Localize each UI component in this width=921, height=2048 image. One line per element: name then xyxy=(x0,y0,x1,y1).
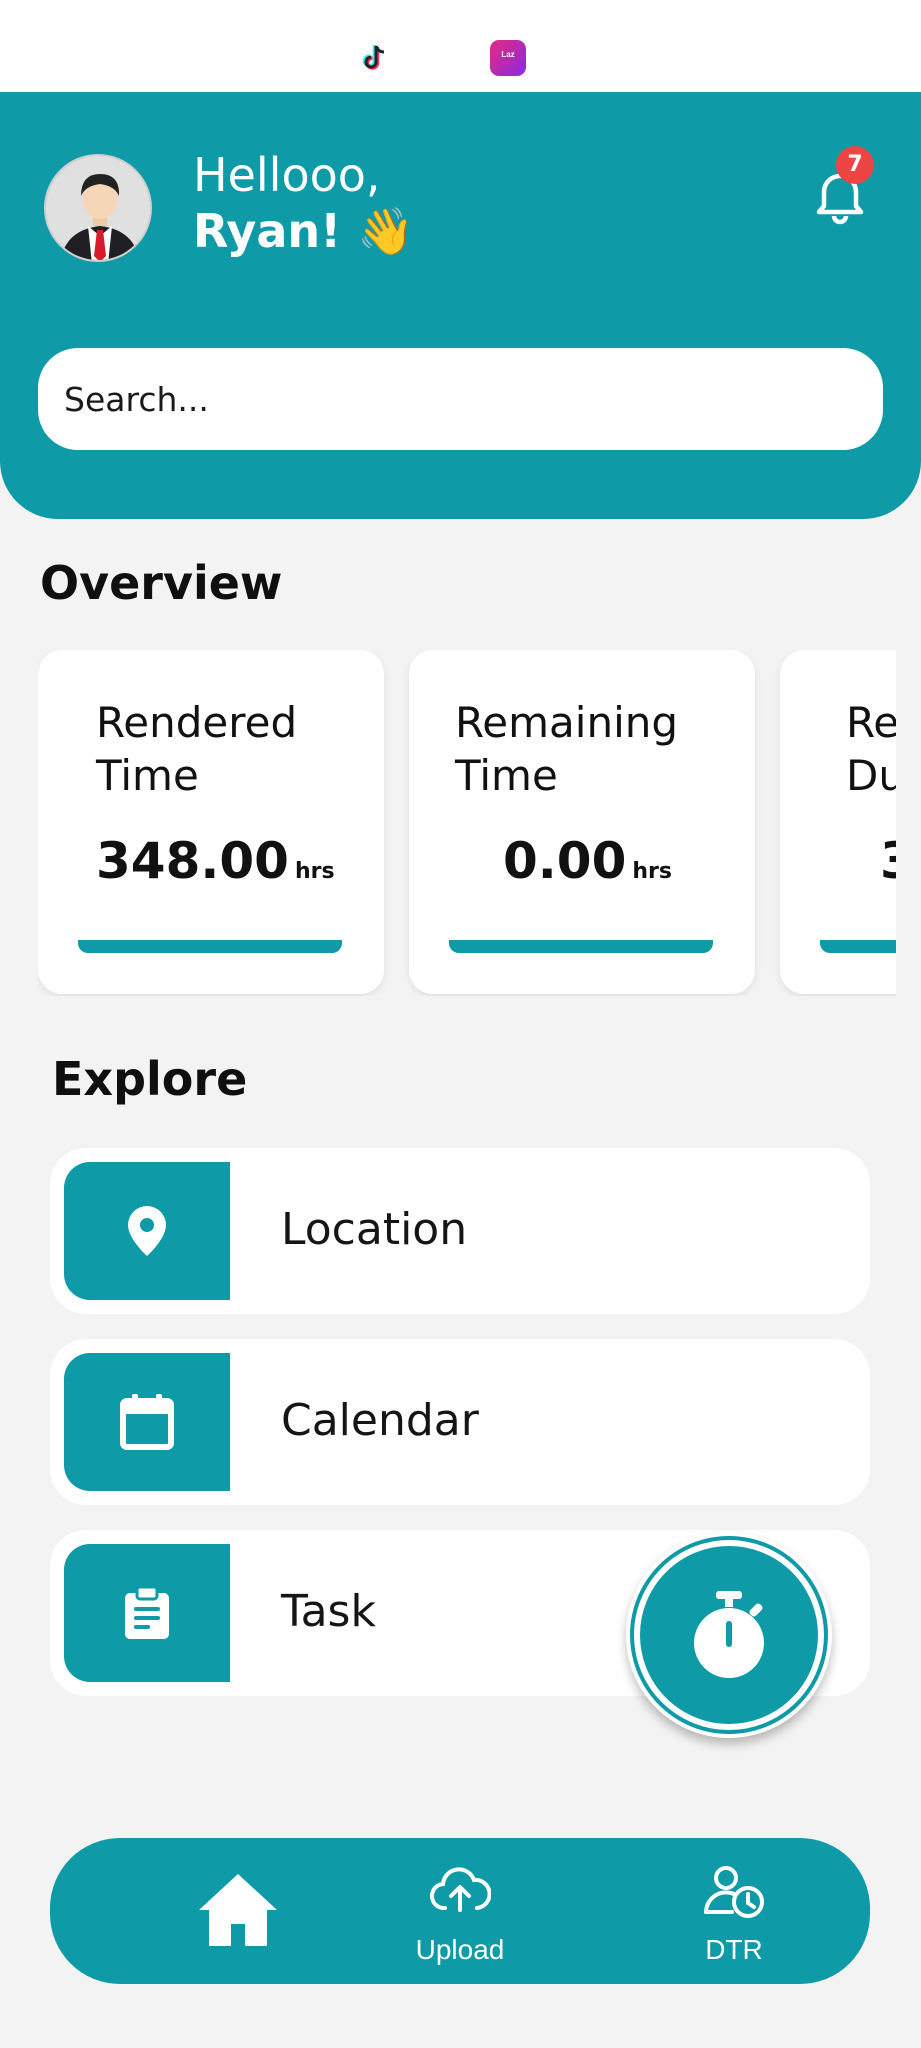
calendar-icon-box xyxy=(64,1353,230,1491)
greeting-text: Hellooo, xyxy=(193,148,381,202)
explore-calendar[interactable]: Calendar xyxy=(50,1339,870,1505)
card-value: 0.00 hrs xyxy=(503,832,672,890)
card-number: 3 xyxy=(880,832,896,890)
cloud-upload-icon xyxy=(430,1867,491,1912)
explore-label: Task xyxy=(281,1586,376,1637)
rendered-time-card[interactable]: Rendered Time 348.00 hrs xyxy=(38,650,384,994)
nav-dtr[interactable]: DTR xyxy=(634,1838,834,1984)
location-pin-icon xyxy=(128,1206,166,1256)
card-value: 348.00 hrs xyxy=(96,832,335,890)
card-number: 0.00 xyxy=(503,832,627,890)
card-label: Re Du xyxy=(846,698,896,800)
search-input[interactable] xyxy=(38,348,883,450)
nav-home[interactable] xyxy=(138,1838,338,1984)
user-name: Ryan! 👋 xyxy=(193,204,415,258)
nav-label: Upload xyxy=(415,1934,505,1965)
lazada-icon: Laz xyxy=(490,40,526,76)
timer-fab-inner xyxy=(634,1540,824,1730)
explore-label: Location xyxy=(281,1204,468,1255)
card-value: 3 xyxy=(880,832,896,890)
card-accent-bar xyxy=(78,940,342,953)
timer-fab-button[interactable] xyxy=(626,1532,832,1738)
status-bar: Laz xyxy=(0,0,921,92)
header: Hellooo, Ryan! 👋 7 xyxy=(0,92,921,519)
card-accent-bar xyxy=(820,940,896,953)
explore-location[interactable]: Location xyxy=(50,1148,870,1314)
calendar-icon xyxy=(120,1394,174,1450)
explore-label: Calendar xyxy=(281,1395,479,1446)
remaining-time-card[interactable]: Remaining Time 0.00 hrs xyxy=(409,650,755,994)
lazada-text: Laz xyxy=(501,50,515,59)
third-overview-card[interactable]: Re Du 3 xyxy=(780,650,896,994)
bottom-nav: Upload DTR xyxy=(50,1838,870,1984)
notification-badge: 7 xyxy=(836,146,874,184)
overview-title: Overview xyxy=(40,556,283,610)
card-label: Remaining Time xyxy=(455,698,679,800)
card-unit: hrs xyxy=(632,859,672,884)
explore-title: Explore xyxy=(52,1052,248,1106)
card-label: Rendered Time xyxy=(96,698,298,800)
stopwatch-icon xyxy=(694,1591,764,1678)
nav-label: DTR xyxy=(705,1934,763,1965)
card-accent-bar xyxy=(449,940,713,953)
tiktok-icon xyxy=(356,40,392,76)
user-clock-icon xyxy=(704,1866,764,1918)
nav-upload[interactable]: Upload xyxy=(360,1838,560,1984)
clipboard-icon xyxy=(125,1585,169,1639)
card-unit: hrs xyxy=(294,859,335,884)
home-icon xyxy=(199,1874,277,1946)
avatar[interactable] xyxy=(44,154,152,262)
card-number: 348.00 xyxy=(96,832,289,890)
location-icon-box xyxy=(64,1162,230,1300)
overview-cards[interactable]: Rendered Time 348.00 hrs Remaining Time 0… xyxy=(38,650,896,996)
task-icon-box xyxy=(64,1544,230,1682)
